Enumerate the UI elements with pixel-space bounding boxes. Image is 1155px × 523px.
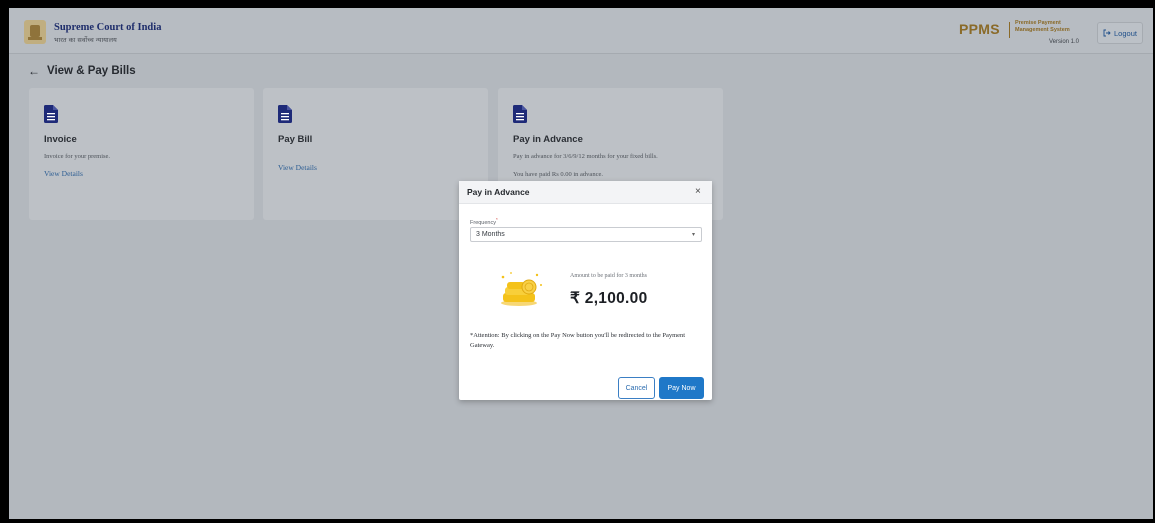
logo-divider [1009,22,1010,38]
cancel-button[interactable]: Cancel [618,377,655,399]
version-label: Version 1.0 [1049,39,1080,45]
app-full-name: Premise Payment Management System [1015,20,1070,33]
card-description: Invoice for your premise. [44,153,111,160]
app-frame: Supreme Court of India भारत का सर्वोच्च … [9,8,1153,519]
org-name: Supreme Court of India [54,22,162,33]
page-title-row: ← View & Pay Bills [28,63,136,79]
logout-label: Logout [1114,28,1137,38]
card-title: Invoice [44,134,77,145]
invoice-card: Invoice Invoice for your premise. View D… [29,88,254,220]
logout-icon [1103,29,1111,37]
org-subtitle: भारत का सर्वोच्च न्यायालय [54,36,117,44]
document-icon [278,105,292,123]
pay-now-button[interactable]: Pay Now [659,377,704,399]
amount-value: ₹ 2,100.00 [570,290,648,307]
required-marker: * [496,217,498,222]
frequency-value: 3 Months [476,231,505,238]
pay-bill-card: Pay Bill View Details [263,88,488,220]
modal-title: Pay in Advance [467,187,530,197]
frequency-label-text: Frequency [470,219,496,226]
attention-note: *Attention: By clicking on the Pay Now b… [470,332,686,349]
app-header: Supreme Court of India भारत का सर्वोच्च … [9,8,1153,54]
chevron-down-icon: ▾ [691,232,695,238]
document-icon [44,105,58,123]
frequency-label: Frequency* [470,217,498,226]
card-description: Pay in advance for 3/6/9/12 months for y… [513,153,658,160]
document-icon [513,105,527,123]
page-title: View & Pay Bills [47,65,136,77]
back-arrow-icon[interactable]: ← [28,64,40,78]
card-title: Pay Bill [278,134,313,145]
frequency-select[interactable]: 3 Months ▾ [470,227,702,242]
ppms-logo: PPMS [959,21,1000,37]
view-details-link[interactable]: View Details [44,169,83,178]
modal-header: Pay in Advance × [459,181,712,204]
card-title: Pay in Advance [513,134,583,145]
coins-icon [501,272,542,306]
close-icon[interactable]: × [695,186,701,197]
pay-in-advance-modal: Pay in Advance × Frequency* 3 Months ▾ A… [459,181,712,400]
amount-caption: Amount to be paid for 3 months [570,273,647,279]
logout-button[interactable]: Logout [1097,22,1143,44]
advance-paid-text: You have paid Rs 0.00 in advance. [513,171,603,178]
emblem-icon [24,20,46,44]
view-details-link[interactable]: View Details [278,163,317,172]
